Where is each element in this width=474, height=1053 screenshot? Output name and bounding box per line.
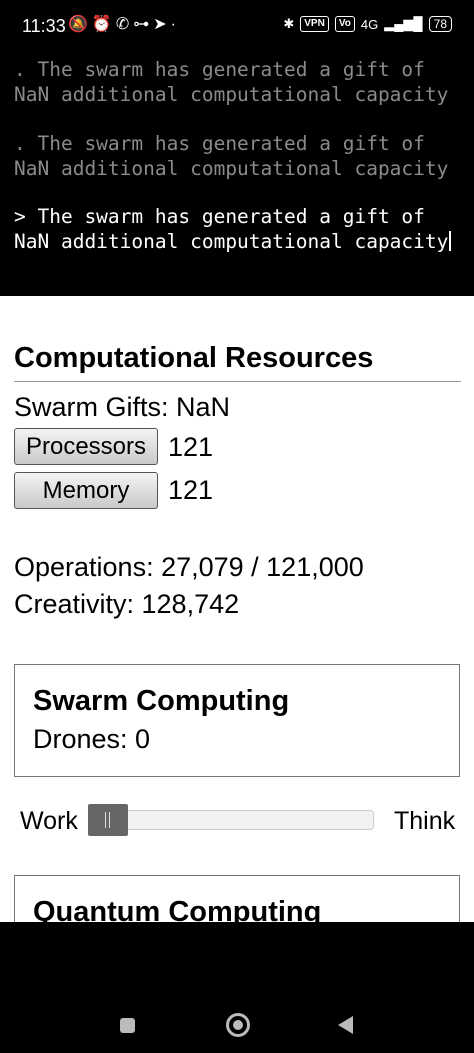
operations: Operations: 27,079 / 121,000 (14, 552, 364, 582)
swarm-title: Swarm Computing (33, 685, 290, 717)
console-line: . The swarm has generated a gift of NaN … (14, 58, 449, 106)
battery-icon: 78 (428, 16, 452, 32)
quantum-title: Quantum Computing (33, 896, 322, 922)
drones-count: Drones: 0 (33, 724, 151, 754)
vpn-icon: VPN (300, 16, 329, 32)
swarm-gifts: Swarm Gifts: NaN (14, 392, 231, 422)
back-icon[interactable] (338, 1016, 353, 1034)
console-line: . The swarm has generated a gift of NaN … (14, 132, 449, 180)
slider-think-label: Think (394, 807, 456, 835)
memory-value: 121 (168, 475, 214, 505)
clock: 11:33 (22, 16, 66, 36)
home-icon[interactable] (226, 1013, 250, 1037)
section-title: Computational Resources (14, 342, 374, 374)
network-type: 4G (360, 16, 379, 32)
divider (14, 381, 461, 382)
main-panel: Computational Resources Swarm Gifts: NaN… (0, 296, 474, 922)
memory-button[interactable]: Memory (14, 472, 158, 509)
creativity: Creativity: 128,742 (14, 589, 240, 619)
processors-value: 121 (168, 432, 214, 462)
console-log: . The swarm has generated a gift of NaN … (0, 54, 474, 296)
status-bar: 11:33 🔕⏰✆⊶➤· ✱ VPN Vo 4G ▂▄▆█ 78 (0, 0, 474, 54)
console-line-current: > The swarm has generated a gift of NaN … (0, 205, 459, 254)
volte-icon: Vo (334, 16, 355, 32)
quantum-computing-panel: Quantum Computing (14, 875, 460, 922)
slider-thumb[interactable] (88, 804, 128, 836)
system-icons: ✱ VPN Vo 4G ▂▄▆█ 78 (283, 16, 452, 32)
slider-work-label: Work (20, 807, 78, 835)
grip-icon (105, 812, 106, 828)
navigation-bar (0, 922, 474, 1053)
work-think-slider[interactable] (88, 810, 374, 830)
bluetooth-icon: ✱ (283, 16, 295, 31)
processors-button[interactable]: Processors (14, 428, 158, 465)
swarm-computing-panel: Swarm Computing Drones: 0 (14, 664, 460, 777)
text-cursor (449, 230, 452, 251)
recents-icon[interactable] (120, 1018, 135, 1033)
signal-icon: ▂▄▆█ (384, 16, 423, 31)
console-line-text: > The swarm has generated a gift of NaN … (14, 205, 449, 253)
notification-icons: 🔕⏰✆⊶➤· (68, 16, 180, 33)
